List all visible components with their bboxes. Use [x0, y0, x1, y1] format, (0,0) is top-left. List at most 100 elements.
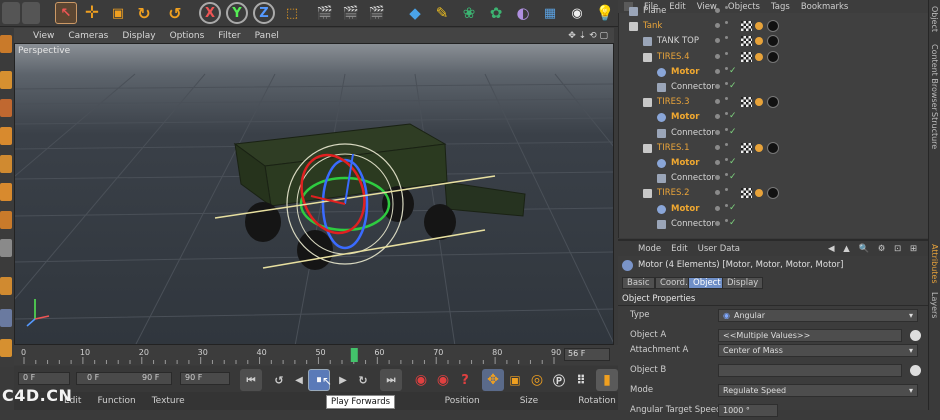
object-row[interactable]: Motor ✓: [619, 202, 915, 217]
go-to-start-button[interactable]: ⏮: [240, 369, 262, 391]
rigid-body-tag-icon[interactable]: [755, 22, 763, 31]
make-editable-icon[interactable]: [0, 35, 12, 53]
workplane-icon[interactable]: [0, 239, 12, 257]
object-a-link-field[interactable]: <<Multiple Values>>: [718, 329, 902, 342]
visibility-editor-dot[interactable]: [715, 53, 720, 59]
material-tag-icon[interactable]: [767, 141, 779, 154]
type-dropdown[interactable]: ◉ Angular ▾: [718, 309, 918, 322]
start-frame-field[interactable]: 0 F: [18, 372, 70, 385]
viewport-menu-view[interactable]: View: [33, 31, 54, 41]
object-row[interactable]: Connector ✓: [619, 217, 915, 232]
side-tab-structure[interactable]: Structure: [930, 112, 939, 149]
model-mode-icon[interactable]: [0, 71, 12, 89]
visibility-render-dot[interactable]: [725, 173, 728, 177]
visibility-render-dot[interactable]: [725, 6, 728, 9]
object-row[interactable]: Connector ✓: [619, 171, 915, 186]
object-row[interactable]: TIRES.4: [619, 50, 915, 65]
object-row[interactable]: Motor ✓: [619, 156, 915, 171]
rigid-body-tag-icon[interactable]: [755, 189, 763, 198]
side-tab-object[interactable]: Object: [930, 6, 939, 32]
texture-tag-icon[interactable]: [741, 36, 752, 47]
viewport-nav-icons[interactable]: ✥ ⇣ ⟲ ▢: [568, 31, 608, 41]
side-tab-layers[interactable]: Layers: [930, 292, 939, 318]
visibility-render-dot[interactable]: [725, 127, 728, 131]
render-view-icon[interactable]: 🎬: [314, 2, 336, 24]
timeline-window-icon[interactable]: ▮: [596, 369, 618, 391]
edges-mode-icon[interactable]: [0, 155, 12, 173]
record-parameter-icon[interactable]: Ⓟ: [548, 369, 570, 391]
camera-icon[interactable]: ◉: [566, 2, 588, 24]
light-icon[interactable]: 💡: [594, 2, 616, 24]
go-to-previous-frame-button[interactable]: ◀: [288, 369, 310, 391]
texture-tag-icon[interactable]: [741, 142, 752, 153]
undo-button[interactable]: [2, 2, 20, 24]
rotate-tool-icon[interactable]: ↻: [133, 2, 155, 24]
mode-dropdown[interactable]: Regulate Speed ▾: [718, 384, 918, 397]
record-active-objects-icon[interactable]: ◉: [410, 369, 432, 391]
visibility-render-dot[interactable]: [725, 218, 728, 222]
material-tag-icon[interactable]: [767, 96, 779, 109]
rigid-body-tag-icon[interactable]: [755, 143, 763, 152]
material-tag-icon[interactable]: [767, 20, 779, 33]
visibility-render-dot[interactable]: [725, 203, 728, 207]
attr-menu-edit[interactable]: Edit: [671, 244, 687, 254]
enabled-check-icon[interactable]: ✓: [729, 81, 737, 91]
record-rotation-icon[interactable]: ◎: [526, 369, 548, 391]
timeline-playhead[interactable]: [350, 348, 358, 362]
end-frame-field[interactable]: 90 F: [180, 372, 230, 385]
texture-tag-icon[interactable]: [741, 97, 752, 108]
timeline-ruler[interactable]: 0 10 20 30 40 50 60 70 80 90 56 F: [14, 345, 618, 365]
rigid-body-tag-icon[interactable]: [755, 37, 763, 46]
lock-workplane-icon[interactable]: [0, 277, 12, 295]
object-row[interactable]: Motor ✓: [619, 65, 915, 80]
visibility-editor-dot[interactable]: [715, 8, 720, 13]
move-tool-icon[interactable]: ✛: [81, 2, 103, 24]
axis-x-button[interactable]: X: [199, 2, 221, 24]
side-tab-content-browser[interactable]: Content Browser: [930, 44, 939, 111]
visibility-render-dot[interactable]: [725, 158, 728, 161]
array-icon[interactable]: ✿: [485, 2, 507, 24]
visibility-render-dot[interactable]: [725, 142, 728, 146]
attr-tab-basic[interactable]: Basic: [622, 277, 655, 289]
object-row[interactable]: Connector ✓: [619, 80, 915, 95]
enabled-check-icon[interactable]: ✓: [729, 172, 737, 182]
polygons-mode-icon[interactable]: [0, 183, 12, 201]
material-tag-icon[interactable]: [767, 187, 779, 200]
floor-icon[interactable]: ▦: [539, 2, 561, 24]
keyframe-selection-icon[interactable]: ?: [454, 369, 476, 391]
material-tag-icon[interactable]: [767, 35, 779, 48]
snap-icon[interactable]: [0, 211, 12, 229]
object-row[interactable]: Motor ✓: [619, 110, 915, 125]
axis-z-button[interactable]: Z: [253, 2, 275, 24]
viewport-menu-options[interactable]: Options: [170, 31, 205, 41]
visibility-render-dot[interactable]: [725, 36, 728, 40]
go-to-previous-key-button[interactable]: ↺: [268, 369, 290, 391]
go-to-next-frame-button[interactable]: ▶: [332, 369, 354, 391]
visibility-editor-dot[interactable]: [715, 220, 720, 226]
object-row[interactable]: Connector ✓: [619, 126, 915, 141]
redo-button[interactable]: [22, 2, 40, 24]
visibility-render-dot[interactable]: [725, 97, 728, 101]
go-to-next-key-button[interactable]: ↻: [352, 369, 374, 391]
visibility-editor-dot[interactable]: [715, 144, 720, 150]
deformer-icon[interactable]: ◐: [512, 2, 534, 24]
object-row[interactable]: Plane: [619, 4, 915, 19]
viewport[interactable]: Perspective: [14, 43, 614, 345]
visibility-render-dot[interactable]: [725, 21, 728, 25]
texture-tag-icon[interactable]: [741, 188, 752, 199]
attr-tab-object[interactable]: Object: [688, 277, 726, 289]
recent-tool-icon[interactable]: ↺: [164, 2, 186, 24]
record-position-icon[interactable]: ✥: [482, 369, 504, 391]
cube-icon[interactable]: ◆: [404, 2, 426, 24]
visibility-editor-dot[interactable]: [715, 160, 720, 165]
visibility-editor-dot[interactable]: [715, 99, 720, 105]
viewport-menu-panel[interactable]: Panel: [255, 31, 279, 41]
grid-icon[interactable]: [0, 309, 12, 327]
attr-menu-mode[interactable]: Mode: [638, 244, 661, 254]
go-to-end-button[interactable]: ⏭: [380, 369, 402, 391]
enabled-check-icon[interactable]: ✓: [729, 111, 737, 121]
viewport-menu-display[interactable]: Display: [122, 31, 155, 41]
attachment-a-dropdown[interactable]: Center of Mass ▾: [718, 344, 918, 357]
material-tag-icon[interactable]: [767, 50, 779, 63]
object-row[interactable]: TIRES.1: [619, 141, 915, 156]
